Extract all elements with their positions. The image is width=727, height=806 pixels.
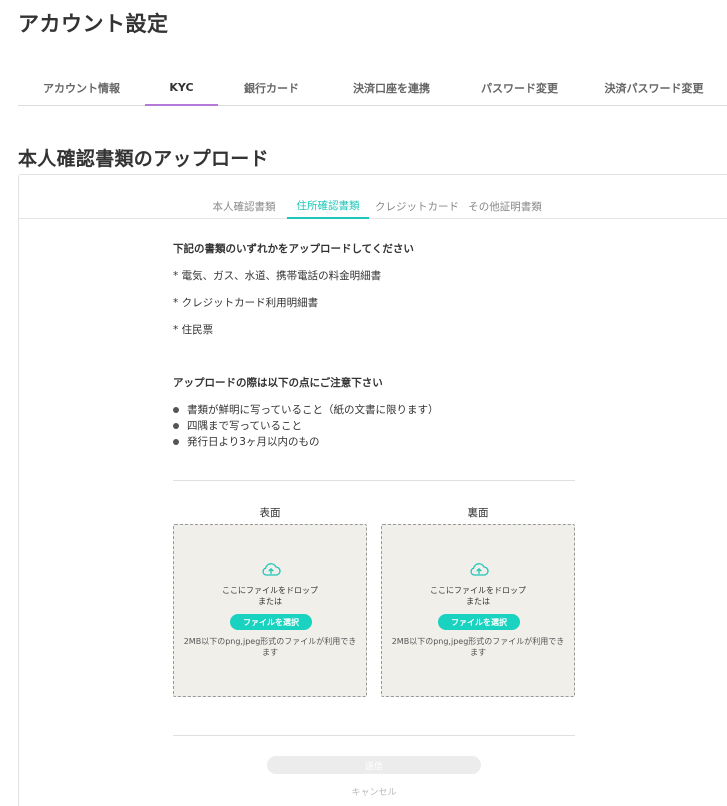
bullet-dot-icon <box>173 406 179 413</box>
file-size-note: 2MB以下のpng,jpeg形式のファイルが利用できます <box>183 637 357 657</box>
subtab-credit-card[interactable]: クレジットカード <box>372 193 462 219</box>
main-tab-bar: アカウント情報 KYC 銀行カード 決済口座を連携 パスワード変更 決済パスワー… <box>18 70 727 106</box>
front-dropzone[interactable]: ここにファイルをドロップ または ファイルを選択 2MB以下のpng,jpeg形… <box>173 524 367 697</box>
or-text: または <box>258 597 282 606</box>
note-text: 四隅まで写っていること <box>187 420 302 432</box>
drop-hint: ここにファイルをドロップ または <box>382 585 574 607</box>
or-text: または <box>466 597 490 606</box>
file-size-note: 2MB以下のpng,jpeg形式のファイルが利用できます <box>391 637 565 657</box>
page-title: アカウント設定 <box>18 12 169 36</box>
back-dropzone[interactable]: ここにファイルをドロップ または ファイルを選択 2MB以下のpng,jpeg形… <box>381 524 575 697</box>
document-type-tabs: 本人確認書類 住所確認書類 クレジットカード その他証明書類 <box>19 193 727 219</box>
document-item: * 電気、ガス、水道、携帯電話の料金明細書 <box>173 270 382 282</box>
note-text: 発行日より3ヶ月以内のもの <box>187 436 320 448</box>
front-select-file-button[interactable]: ファイルを選択 <box>230 614 312 630</box>
subtab-other-documents[interactable]: その他証明書類 <box>465 193 545 219</box>
back-side-label: 裏面 <box>467 507 489 519</box>
tab-kyc[interactable]: KYC <box>145 70 218 106</box>
tab-change-payment-password[interactable]: 決済パスワード変更 <box>581 70 727 106</box>
document-item: * クレジットカード利用明細書 <box>173 297 319 309</box>
submit-button[interactable]: 送信 <box>267 756 481 774</box>
bullet-dot-icon <box>173 438 179 445</box>
divider <box>173 480 575 481</box>
cancel-link[interactable]: キャンセル <box>267 785 481 798</box>
tab-account-info[interactable]: アカウント情報 <box>18 70 145 106</box>
front-side-label: 表面 <box>259 507 281 519</box>
tab-bank-card[interactable]: 銀行カード <box>218 70 325 106</box>
section-title: 本人確認書類のアップロード <box>18 148 269 170</box>
notes-heading: アップロードの際は以下の点にご注意下さい <box>173 377 383 389</box>
instructions-heading: 下記の書類のいずれかをアップロードしてください <box>173 243 414 255</box>
cloud-upload-icon <box>470 563 489 576</box>
bullet-dot-icon <box>173 422 179 429</box>
note-item: 四隅まで写っていること <box>173 418 302 433</box>
back-select-file-button[interactable]: ファイルを選択 <box>438 614 520 630</box>
subtab-address-document[interactable]: 住所確認書類 <box>287 193 369 219</box>
tab-link-payment-account[interactable]: 決済口座を連携 <box>325 70 458 106</box>
divider <box>173 735 575 736</box>
cloud-upload-icon <box>262 563 281 576</box>
tab-change-password[interactable]: パスワード変更 <box>458 70 581 106</box>
upload-card: 本人確認書類 住所確認書類 クレジットカード その他証明書類 下記の書類のいずれ… <box>18 174 727 806</box>
note-item: 書類が鮮明に写っていること（紙の文書に限ります） <box>173 402 438 417</box>
drop-text: ここにファイルをドロップ <box>430 586 526 595</box>
drop-hint: ここにファイルをドロップ または <box>174 585 366 607</box>
document-item: * 住民票 <box>173 324 214 336</box>
note-text: 書類が鮮明に写っていること（紙の文書に限ります） <box>187 404 439 416</box>
drop-text: ここにファイルをドロップ <box>222 586 318 595</box>
note-item: 発行日より3ヶ月以内のもの <box>173 434 319 449</box>
subtab-identity-document[interactable]: 本人確認書類 <box>204 193 284 219</box>
